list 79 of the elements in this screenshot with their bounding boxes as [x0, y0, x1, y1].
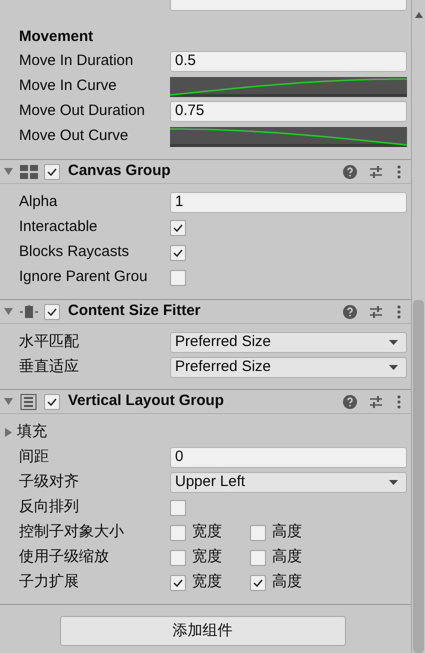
- caret-icon: [389, 480, 398, 485]
- help-icon[interactable]: [343, 394, 357, 408]
- component-title: Vertical Layout Group: [68, 391, 225, 412]
- check-icon: [173, 248, 183, 256]
- field-label: Move In Duration: [19, 51, 134, 72]
- more-icon[interactable]: [397, 394, 401, 408]
- caret-icon: [389, 365, 398, 370]
- resize-icon: [20, 304, 38, 318]
- field-label: 垂直适应: [19, 357, 80, 378]
- field-label: 控制子对象大小: [19, 522, 125, 542]
- field-label: 反向排列: [19, 497, 80, 518]
- checkbox[interactable]: [170, 524, 186, 540]
- component-title: Content Size Fitter: [68, 301, 202, 322]
- field-label: 水平匹配: [19, 332, 80, 352]
- field-label: Move In Curve: [19, 76, 118, 96]
- checkbox[interactable]: [170, 574, 186, 590]
- checkbox[interactable]: [250, 550, 266, 566]
- number-field[interactable]: 0.5: [170, 51, 407, 72]
- field-label: Ignore Parent Grou: [19, 267, 148, 288]
- collapse-arrow-icon[interactable]: [4, 398, 13, 405]
- foldout-label[interactable]: 填充: [17, 421, 47, 444]
- check-icon: [47, 168, 57, 176]
- field-label: 子力扩展: [19, 572, 80, 592]
- enable-checkbox[interactable]: [44, 164, 60, 180]
- checkbox[interactable]: [250, 574, 266, 590]
- checkbox[interactable]: [170, 244, 186, 260]
- collapse-arrow-icon[interactable]: [4, 308, 13, 315]
- check-icon: [47, 398, 57, 406]
- field-label: Alpha: [19, 192, 58, 212]
- help-icon[interactable]: [343, 164, 357, 178]
- caret-icon: [389, 340, 398, 345]
- checkbox-label: 宽度: [192, 547, 222, 568]
- checkbox[interactable]: [250, 524, 266, 540]
- curve-field[interactable]: [170, 126, 407, 146]
- sliders-icon[interactable]: [369, 164, 383, 178]
- help-icon[interactable]: [343, 304, 357, 318]
- field-label: 使用子级缩放: [19, 547, 110, 568]
- checkbox-label: 宽度: [192, 572, 222, 592]
- number-field[interactable]: 0.75: [170, 101, 407, 122]
- curve-field[interactable]: [170, 76, 407, 96]
- enable-checkbox[interactable]: [44, 304, 60, 320]
- dropdown[interactable]: Upper Left: [170, 472, 407, 493]
- dropdown[interactable]: Preferred Size: [170, 357, 407, 378]
- field-label: 间距: [19, 447, 50, 468]
- component-title: Canvas Group: [68, 161, 172, 182]
- number-field[interactable]: 0: [170, 447, 407, 468]
- number-field[interactable]: 1: [170, 192, 407, 213]
- field-label: Move Out Duration: [19, 101, 146, 122]
- more-icon[interactable]: [397, 164, 401, 178]
- field-label: Interactable: [19, 217, 98, 238]
- add-component-button[interactable]: 添加组件: [60, 616, 346, 646]
- dropdown[interactable]: Preferred Size: [170, 332, 407, 353]
- collapse-arrow-icon[interactable]: [4, 168, 13, 175]
- field-label: Blocks Raycasts: [19, 242, 130, 262]
- checkbox[interactable]: [170, 270, 186, 286]
- scroll-up-icon[interactable]: [414, 12, 422, 18]
- section-heading: Movement: [19, 26, 94, 47]
- field-label: 子级对齐: [19, 472, 80, 492]
- check-icon: [253, 578, 263, 586]
- expand-arrow-icon[interactable]: [5, 428, 12, 437]
- scroll-thumb[interactable]: [413, 300, 424, 653]
- check-icon: [47, 308, 57, 316]
- grid-icon: [20, 164, 38, 178]
- checkbox-label: 高度: [272, 572, 302, 592]
- field-label: Move Out Curve: [19, 126, 130, 146]
- checkbox[interactable]: [170, 220, 186, 236]
- check-icon: [173, 224, 183, 232]
- checkbox[interactable]: [170, 550, 186, 566]
- list-icon: [20, 394, 38, 410]
- check-icon: [173, 578, 183, 586]
- sliders-icon[interactable]: [369, 304, 383, 318]
- checkbox-label: 高度: [272, 522, 302, 542]
- more-icon[interactable]: [397, 304, 401, 318]
- checkbox-label: 宽度: [192, 522, 222, 542]
- scrollbar[interactable]: [411, 0, 425, 653]
- checkbox-label: 高度: [272, 547, 302, 568]
- enable-checkbox[interactable]: [44, 394, 60, 410]
- sliders-icon[interactable]: [369, 394, 383, 408]
- checkbox[interactable]: [170, 500, 186, 516]
